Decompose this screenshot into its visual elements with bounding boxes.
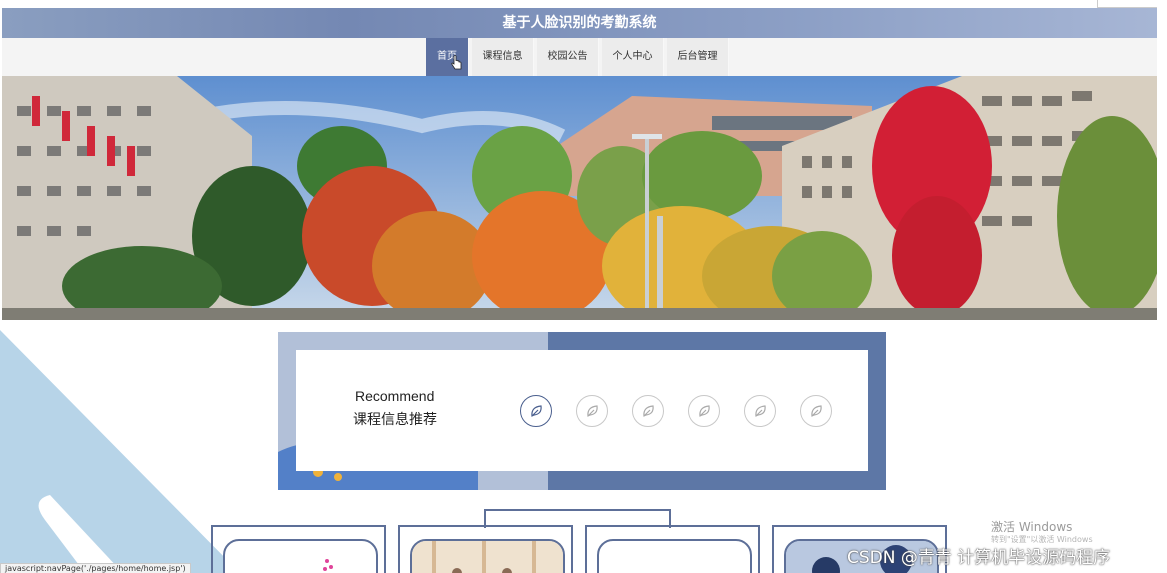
course-card[interactable]	[398, 525, 573, 573]
leaf-icon	[755, 405, 766, 417]
hand-cursor-icon	[451, 55, 462, 70]
course-card-image	[410, 539, 565, 573]
corner-frame	[1097, 0, 1157, 8]
recommend-tab-4[interactable]	[688, 395, 720, 427]
recommend-tab-1[interactable]	[520, 395, 552, 427]
nav-item-campus-notice[interactable]: 校园公告	[537, 38, 599, 76]
leaf-icon	[643, 405, 654, 417]
leaf-icon	[531, 405, 542, 417]
classroom-image	[412, 541, 563, 573]
leaf-icon	[587, 405, 598, 417]
leaf-icon	[699, 405, 710, 417]
page: 基于人脸识别的考勤系统 首页 课程信息 校园公告 个人中心 后台管理 Recom…	[0, 0, 1167, 573]
nav-item-personal-center[interactable]: 个人中心	[602, 38, 664, 76]
activate-windows-text: 激活 Windows	[991, 520, 1073, 534]
recommend-tab-2[interactable]	[576, 395, 608, 427]
course-card-image	[597, 539, 752, 573]
course-card[interactable]	[585, 525, 760, 573]
course-card-image	[223, 539, 378, 573]
recommend-title-cn: 课程信息推荐	[353, 412, 437, 428]
decorative-stripes	[0, 320, 240, 573]
status-bar-link: javascript:navPage('./pages/home/home.js…	[0, 563, 191, 573]
main-nav: 首页 课程信息 校园公告 个人中心 后台管理	[2, 38, 1157, 76]
csdn-watermark: CSDN @青青 计算机毕设源码程序	[847, 548, 1111, 568]
page-title: 基于人脸识别的考勤系统	[2, 8, 1157, 38]
nav-item-course-info[interactable]: 课程信息	[472, 38, 534, 76]
recommend-tab-3[interactable]	[632, 395, 664, 427]
recommend-tab-5[interactable]	[744, 395, 776, 427]
recommend-title-en: Recommend	[355, 388, 435, 404]
course-card[interactable]	[211, 525, 386, 573]
flower-image	[323, 559, 333, 571]
nav-item-admin[interactable]: 后台管理	[667, 38, 729, 76]
leaf-icon	[811, 405, 822, 417]
campus-banner	[2, 76, 1157, 320]
recommend-tab-6[interactable]	[800, 395, 832, 427]
